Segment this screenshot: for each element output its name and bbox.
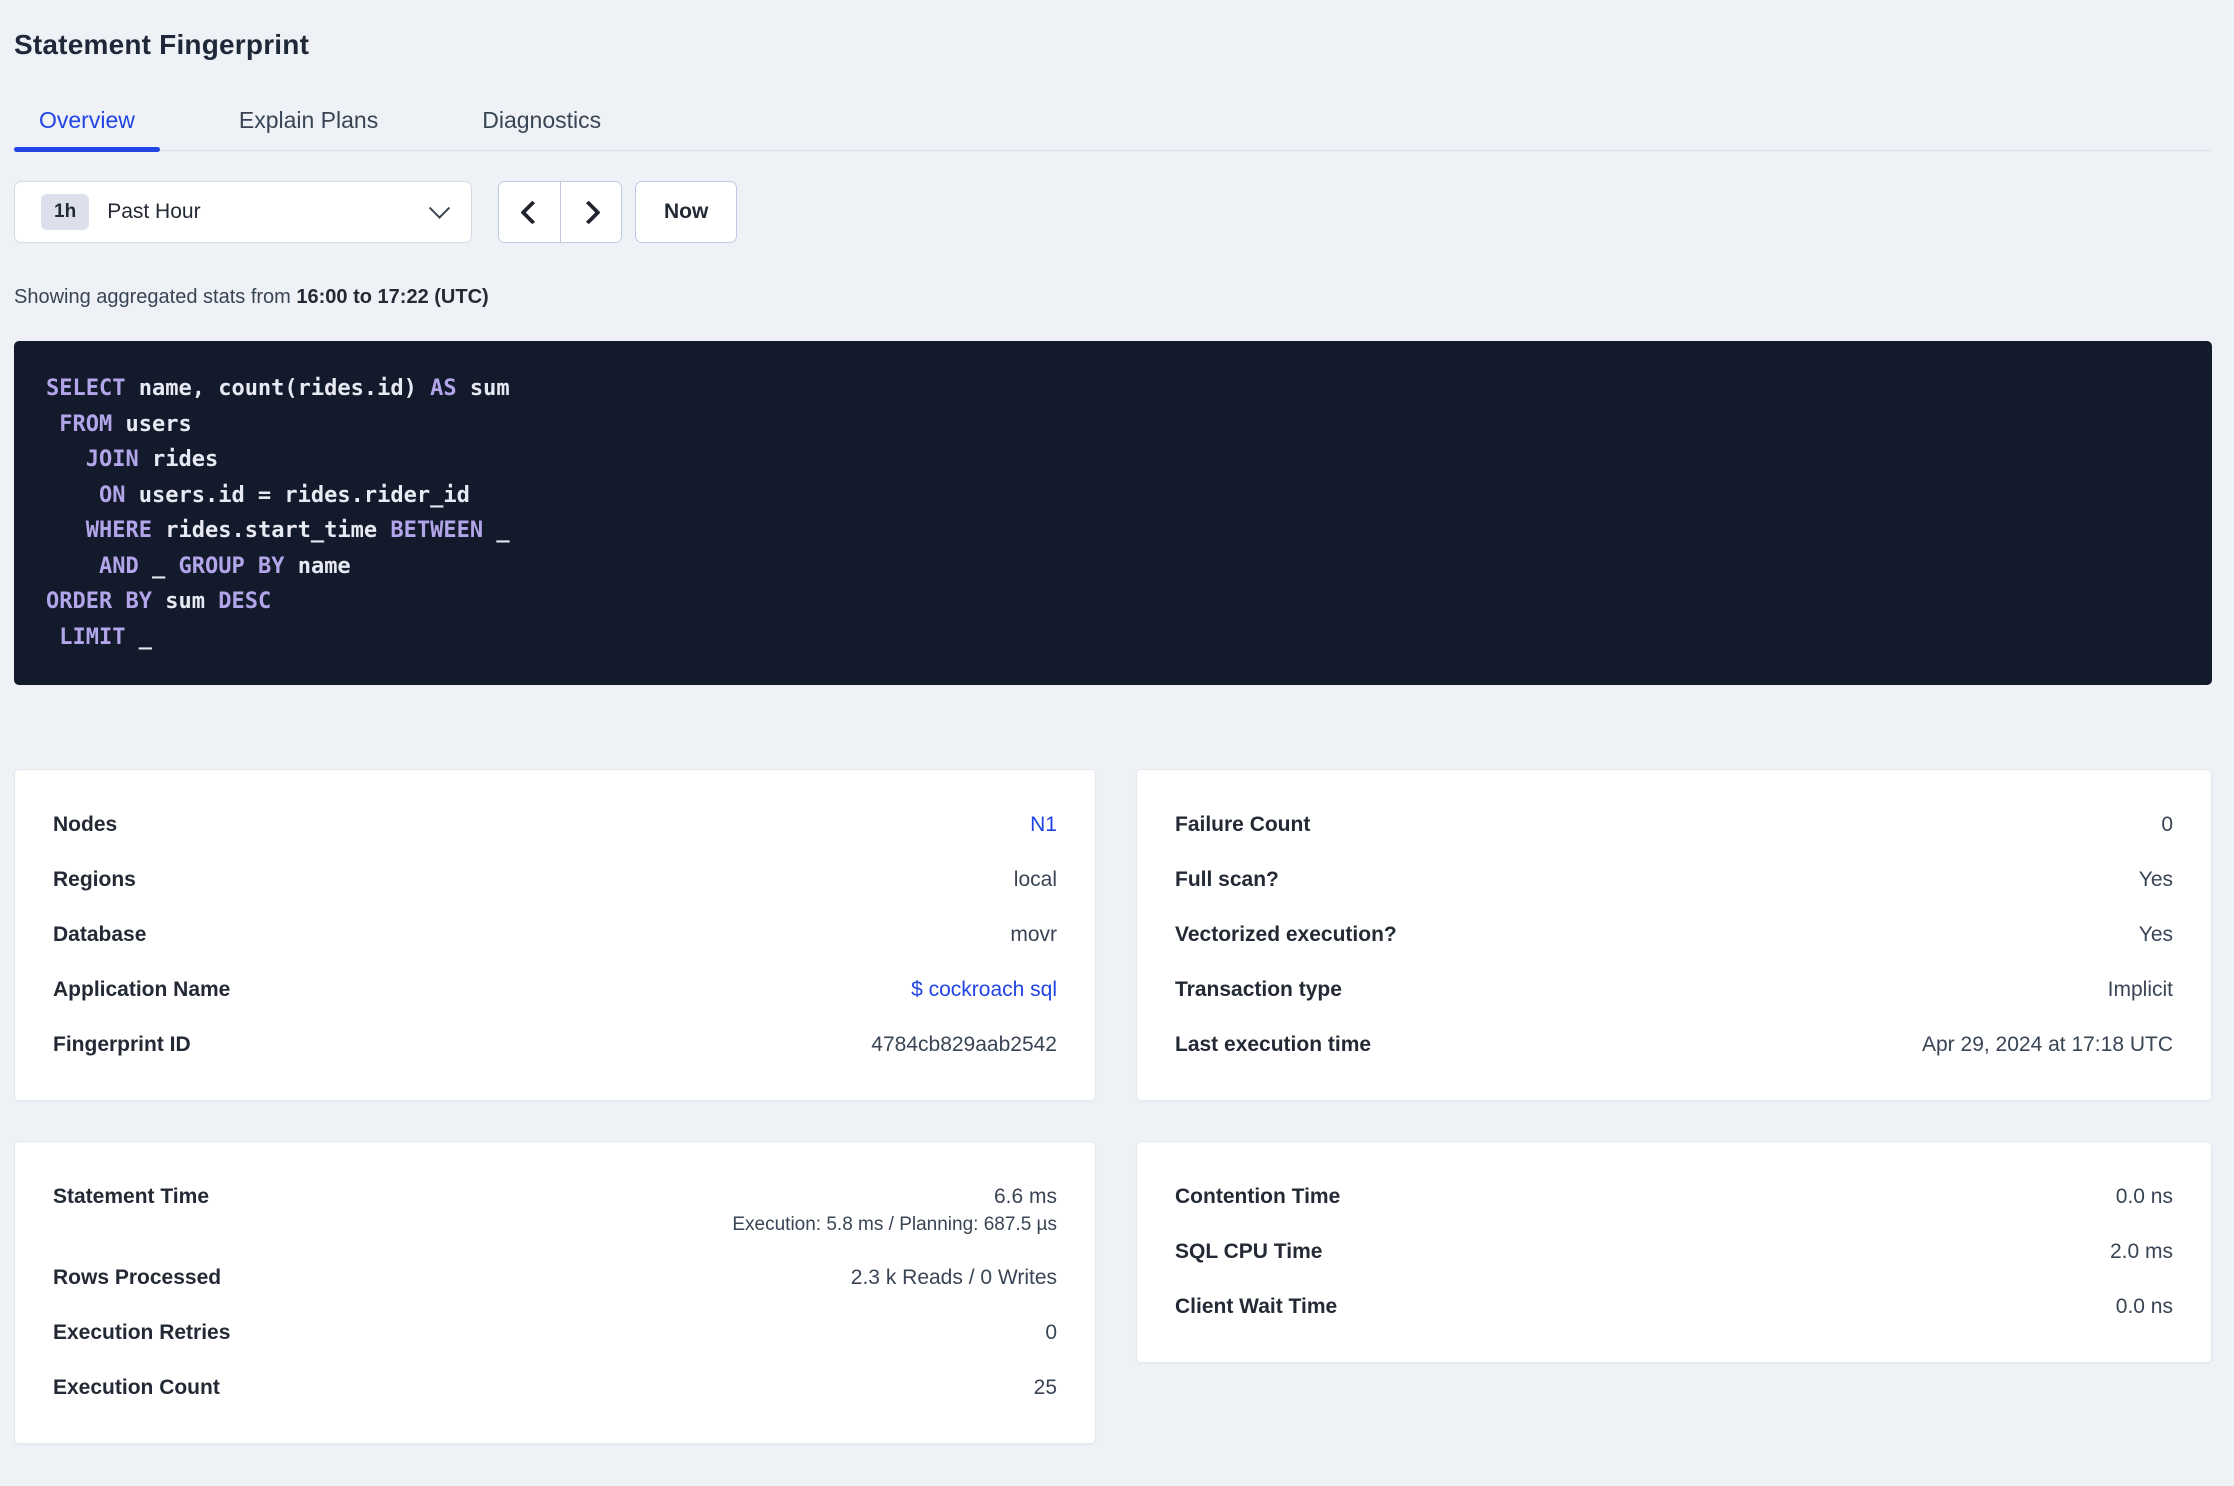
status-prefix: Showing aggregated stats from	[14, 286, 297, 308]
sql-code-line: FROM users	[59, 411, 192, 437]
fingerprint-id-value: 4784cb829aab2542	[871, 1033, 1057, 1056]
regions-value: local	[1013, 868, 1057, 891]
full-scan-label: Full scan?	[1175, 868, 1279, 891]
time-range-label: Past Hour	[107, 200, 201, 223]
execution-retries-value: 0	[1045, 1321, 1057, 1344]
sql-code-line: WHERE rides.start_time BETWEEN _	[85, 518, 510, 543]
failure-count-label: Failure Count	[1175, 813, 1311, 836]
contention-time-row: Contention Time 0.0 ns	[1175, 1182, 2173, 1212]
chevron-down-icon	[428, 197, 451, 219]
last-execution-time-value: Apr 29, 2024 at 17:18 UTC	[1922, 1033, 2173, 1056]
sql-cpu-time-label: SQL CPU Time	[1175, 1240, 1323, 1263]
tabbar: Overview Explain Plans Diagnostics	[14, 106, 2212, 152]
execution-count-value: 25	[1033, 1376, 1057, 1399]
database-row: Database movr	[53, 920, 1057, 950]
time-step-button-group	[498, 181, 622, 243]
tab-overview-label: Overview	[39, 107, 135, 133]
last-execution-time-row: Last execution time Apr 29, 2024 at 17:1…	[1175, 1030, 2173, 1060]
sql-statement-box: SELECT name, count(rides.id) AS sum FROM…	[14, 341, 2212, 685]
chevron-right-icon	[576, 199, 601, 225]
rows-processed-label: Rows Processed	[53, 1266, 222, 1289]
last-execution-time-label: Last execution time	[1175, 1033, 1372, 1056]
transaction-type-label: Transaction type	[1175, 978, 1342, 1001]
regions-row: Regions local	[53, 865, 1057, 895]
vectorized-execution-label: Vectorized execution?	[1175, 923, 1397, 946]
time-range-badge: 1h	[41, 194, 90, 230]
execution-count-label: Execution Count	[53, 1376, 220, 1399]
application-name-label: Application Name	[53, 978, 231, 1001]
previous-time-button[interactable]	[499, 182, 560, 242]
tab-explain-plans-label: Explain Plans	[238, 107, 379, 133]
statement-fingerprint-page: Statement Fingerprint Overview Explain P…	[0, 28, 2234, 1444]
tab-diagnostics[interactable]: Diagnostics	[457, 106, 626, 150]
full-scan-row: Full scan? Yes	[1175, 865, 2173, 895]
full-scan-value: Yes	[2138, 868, 2173, 891]
execution-retries-row: Execution Retries 0	[53, 1318, 1057, 1348]
sql-code-line: AND _ GROUP BY name	[98, 553, 351, 579]
sql-statement: SELECT name, count(rides.id) AS sum FROM…	[46, 371, 2180, 655]
tab-overview[interactable]: Overview	[14, 106, 160, 152]
summary-cards: Nodes N1 Regions local Database movr App…	[14, 769, 2212, 1444]
rows-processed-value: 2.3 k Reads / 0 Writes	[850, 1266, 1057, 1289]
contention-time-value: 0.0 ns	[2115, 1185, 2173, 1208]
statement-time-label: Statement Time	[53, 1185, 209, 1208]
application-name-row: Application Name $ cockroach sql	[53, 975, 1057, 1005]
status-time-range: 16:00 to 17:22 (UTC)	[296, 286, 489, 308]
database-label: Database	[53, 923, 147, 946]
rows-processed-row: Rows Processed 2.3 k Reads / 0 Writes	[53, 1263, 1057, 1293]
sql-cpu-time-value: 2.0 ms	[2109, 1240, 2173, 1263]
nodes-label: Nodes	[53, 813, 118, 836]
vectorized-execution-row: Vectorized execution? Yes	[1175, 920, 2173, 950]
execution-count-row: Execution Count 25	[53, 1373, 1057, 1403]
vectorized-execution-value: Yes	[2138, 923, 2173, 946]
failure-count-row: Failure Count 0	[1175, 810, 2173, 840]
failure-count-value: 0	[2161, 813, 2173, 836]
statement-time-row: Statement Time 6.6 ms Execution: 5.8 ms …	[53, 1182, 1057, 1238]
nodes-row: Nodes N1	[53, 810, 1057, 840]
statement-time-value: 6.6 ms	[993, 1185, 1057, 1208]
client-wait-time-label: Client Wait Time	[1175, 1295, 1338, 1318]
statement-details-card: Nodes N1 Regions local Database movr App…	[14, 769, 1096, 1101]
fingerprint-id-label: Fingerprint ID	[53, 1033, 191, 1056]
next-time-button[interactable]	[560, 182, 621, 242]
aggregated-stats-status: Showing aggregated stats from 16:00 to 1…	[14, 285, 2212, 309]
tab-diagnostics-label: Diagnostics	[482, 107, 602, 133]
chevron-left-icon	[520, 199, 545, 225]
time-range-dropdown[interactable]: 1h Past Hour	[14, 181, 472, 243]
nodes-link[interactable]: N1	[1030, 810, 1057, 840]
now-button[interactable]: Now	[635, 181, 738, 243]
tab-explain-plans[interactable]: Explain Plans	[214, 106, 403, 150]
transaction-type-row: Transaction type Implicit	[1175, 975, 2173, 1005]
sql-code-line: JOIN rides	[85, 447, 219, 472]
execution-retries-label: Execution Retries	[53, 1321, 231, 1344]
application-name-link[interactable]: $ cockroach sql	[911, 975, 1057, 1005]
sql-code-line: SELECT name, count(rides.id) AS sum	[46, 376, 510, 401]
sql-code-line: LIMIT _	[59, 624, 152, 650]
client-wait-time-value: 0.0 ns	[2115, 1295, 2173, 1318]
contention-time-label: Contention Time	[1175, 1185, 1341, 1208]
sql-code-line: ON users.id = rides.rider_id	[98, 482, 470, 508]
fingerprint-id-row: Fingerprint ID 4784cb829aab2542	[53, 1030, 1057, 1060]
transaction-type-value: Implicit	[2107, 978, 2173, 1001]
active-tab-indicator	[14, 147, 160, 152]
statement-timing-card: Statement Time 6.6 ms Execution: 5.8 ms …	[14, 1141, 1096, 1444]
client-wait-time-row: Client Wait Time 0.0 ns	[1175, 1292, 2173, 1322]
statement-time-breakdown: Execution: 5.8 ms / Planning: 687.5 µs	[732, 1214, 1057, 1235]
database-value: movr	[1010, 923, 1057, 946]
page-title: Statement Fingerprint	[14, 29, 310, 60]
wait-times-card: Contention Time 0.0 ns SQL CPU Time 2.0 …	[1136, 1141, 2212, 1363]
statement-time-values: 6.6 ms Execution: 5.8 ms / Planning: 687…	[732, 1182, 1057, 1238]
regions-label: Regions	[53, 868, 136, 891]
sql-code-line: ORDER BY sum DESC	[46, 589, 272, 614]
execution-attributes-card: Failure Count 0 Full scan? Yes Vectorize…	[1136, 769, 2212, 1101]
time-picker-row: 1h Past Hour Now	[14, 181, 2212, 243]
sql-cpu-time-row: SQL CPU Time 2.0 ms	[1175, 1237, 2173, 1267]
